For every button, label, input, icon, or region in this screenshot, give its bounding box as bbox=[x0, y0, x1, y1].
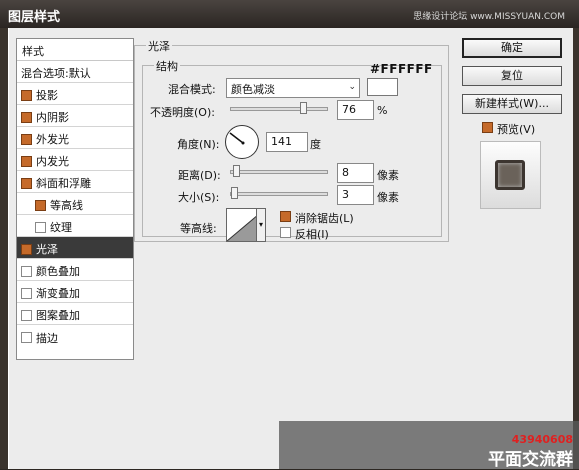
size-slider-track[interactable] bbox=[230, 192, 328, 196]
style-item-inner-shadow[interactable]: 内阴影 bbox=[17, 105, 133, 127]
antialias-checkbox[interactable] bbox=[280, 211, 291, 222]
blend-mode-value: 颜色减淡 bbox=[231, 83, 275, 96]
style-item-label: 等高线 bbox=[50, 199, 83, 212]
style-item-texture[interactable]: 纹理 bbox=[17, 215, 133, 237]
style-item-label: 外发光 bbox=[36, 133, 69, 146]
new-style-button[interactable]: 新建样式(W)... bbox=[462, 94, 562, 114]
angle-dial[interactable] bbox=[225, 125, 259, 159]
checkbox-stroke[interactable] bbox=[21, 332, 32, 343]
distance-label: 距离(D): bbox=[178, 169, 221, 182]
checkbox-outer-glow[interactable] bbox=[21, 133, 32, 145]
opacity-label: 不透明度(O): bbox=[150, 106, 215, 119]
style-item-pattern-overlay[interactable]: 图案叠加 bbox=[17, 303, 133, 325]
preview-label[interactable]: 预览(V) bbox=[497, 121, 535, 137]
style-item-drop-shadow[interactable]: 投影 bbox=[17, 83, 133, 105]
checkbox-texture[interactable] bbox=[35, 221, 46, 233]
blend-options-label: 混合选项:默认 bbox=[21, 67, 91, 80]
angle-label: 角度(N): bbox=[177, 138, 220, 151]
opacity-unit: % bbox=[377, 104, 388, 117]
group-text: 平面交流群 bbox=[488, 450, 573, 470]
style-item-label: 内阴影 bbox=[36, 111, 69, 124]
distance-unit: 像素 bbox=[377, 169, 399, 182]
checkbox-inner-glow[interactable] bbox=[21, 155, 32, 167]
style-item-bevel-emboss[interactable]: 斜面和浮雕 bbox=[17, 171, 133, 193]
opacity-value: 76 bbox=[342, 103, 356, 116]
antialias-label[interactable]: 消除锯齿(L) bbox=[295, 210, 354, 226]
angle-unit: 度 bbox=[310, 138, 321, 151]
watermark-text: 思缘设计论坛 www.MISSYUAN.COM bbox=[413, 12, 565, 22]
style-item-label: 描边 bbox=[36, 331, 58, 345]
chevron-down-icon: ⌄ bbox=[348, 82, 356, 92]
checkbox-contour[interactable] bbox=[35, 199, 46, 211]
style-item-contour[interactable]: 等高线 bbox=[17, 193, 133, 215]
style-item-inner-glow[interactable]: 内发光 bbox=[17, 149, 133, 171]
structure-group-title: 结构 bbox=[154, 58, 180, 74]
style-item-label: 渐变叠加 bbox=[36, 287, 80, 300]
blend-mode-select[interactable]: 颜色减淡 ⌄ bbox=[226, 78, 360, 98]
preview-checkbox[interactable] bbox=[482, 122, 493, 133]
contour-dropdown-arrow[interactable]: ▾ bbox=[256, 208, 266, 242]
satin-group-title: 光泽 bbox=[146, 38, 172, 54]
angle-input[interactable]: 141 bbox=[266, 132, 308, 152]
ok-button[interactable]: 确定 bbox=[462, 38, 562, 58]
size-unit: 像素 bbox=[377, 191, 399, 204]
style-item-satin[interactable]: 光泽 bbox=[17, 237, 133, 259]
opacity-slider-thumb[interactable] bbox=[299, 102, 307, 114]
size-label: 大小(S): bbox=[178, 191, 220, 204]
opacity-slider-track[interactable] bbox=[230, 107, 328, 111]
preview-thumbnail bbox=[480, 141, 541, 209]
style-item-label: 颜色叠加 bbox=[36, 265, 80, 278]
checkbox-pattern-overlay[interactable] bbox=[21, 309, 32, 321]
reset-button[interactable]: 复位 bbox=[462, 66, 562, 86]
checkbox-satin[interactable] bbox=[21, 243, 32, 255]
distance-slider-thumb[interactable] bbox=[233, 165, 240, 177]
angle-value: 141 bbox=[271, 135, 292, 148]
style-item-color-overlay[interactable]: 颜色叠加 bbox=[17, 259, 133, 281]
styles-list: 样式 混合选项:默认 投影 内阴影 外发光 内发光 斜面和浮雕 等高线 纹理 光… bbox=[16, 38, 134, 360]
style-item-gradient-overlay[interactable]: 渐变叠加 bbox=[17, 281, 133, 303]
distance-value: 8 bbox=[342, 166, 349, 179]
style-item-label: 投影 bbox=[36, 89, 58, 102]
title-bar: 图层样式 思缘设计论坛 www.MISSYUAN.COM bbox=[0, 0, 579, 28]
color-hex-label: #FFFFFF bbox=[370, 62, 433, 76]
checkbox-color-overlay[interactable] bbox=[21, 265, 32, 277]
size-value: 3 bbox=[342, 188, 349, 201]
style-item-label: 斜面和浮雕 bbox=[36, 177, 91, 190]
distance-slider-track[interactable] bbox=[230, 170, 328, 174]
style-item-label: 纹理 bbox=[50, 221, 72, 234]
style-item-stroke[interactable]: 描边 bbox=[17, 325, 133, 347]
contour-label: 等高线: bbox=[180, 222, 217, 235]
color-swatch[interactable] bbox=[367, 78, 398, 96]
preview-swatch bbox=[495, 160, 525, 190]
checkbox-drop-shadow[interactable] bbox=[21, 89, 32, 101]
style-item-label: 内发光 bbox=[36, 155, 69, 168]
invert-checkbox[interactable] bbox=[280, 227, 291, 238]
checkbox-bevel-emboss[interactable] bbox=[21, 177, 32, 189]
angle-needle-icon bbox=[229, 132, 245, 145]
window-title: 图层样式 bbox=[8, 10, 61, 25]
style-item-label: 光泽 bbox=[36, 243, 58, 256]
blend-options-item[interactable]: 混合选项:默认 bbox=[17, 61, 133, 83]
opacity-input[interactable]: 76 bbox=[337, 100, 374, 120]
invert-label[interactable]: 反相(I) bbox=[295, 226, 329, 242]
styles-header[interactable]: 样式 bbox=[17, 39, 133, 61]
checkbox-inner-shadow[interactable] bbox=[21, 111, 32, 123]
style-item-label: 图案叠加 bbox=[36, 309, 80, 322]
left-border bbox=[0, 28, 8, 469]
distance-input[interactable]: 8 bbox=[337, 163, 374, 183]
size-slider-thumb[interactable] bbox=[231, 187, 238, 199]
size-input[interactable]: 3 bbox=[337, 185, 374, 205]
checkbox-gradient-overlay[interactable] bbox=[21, 287, 32, 299]
style-item-outer-glow[interactable]: 外发光 bbox=[17, 127, 133, 149]
right-border bbox=[573, 28, 579, 469]
blend-mode-label: 混合模式: bbox=[168, 83, 216, 96]
